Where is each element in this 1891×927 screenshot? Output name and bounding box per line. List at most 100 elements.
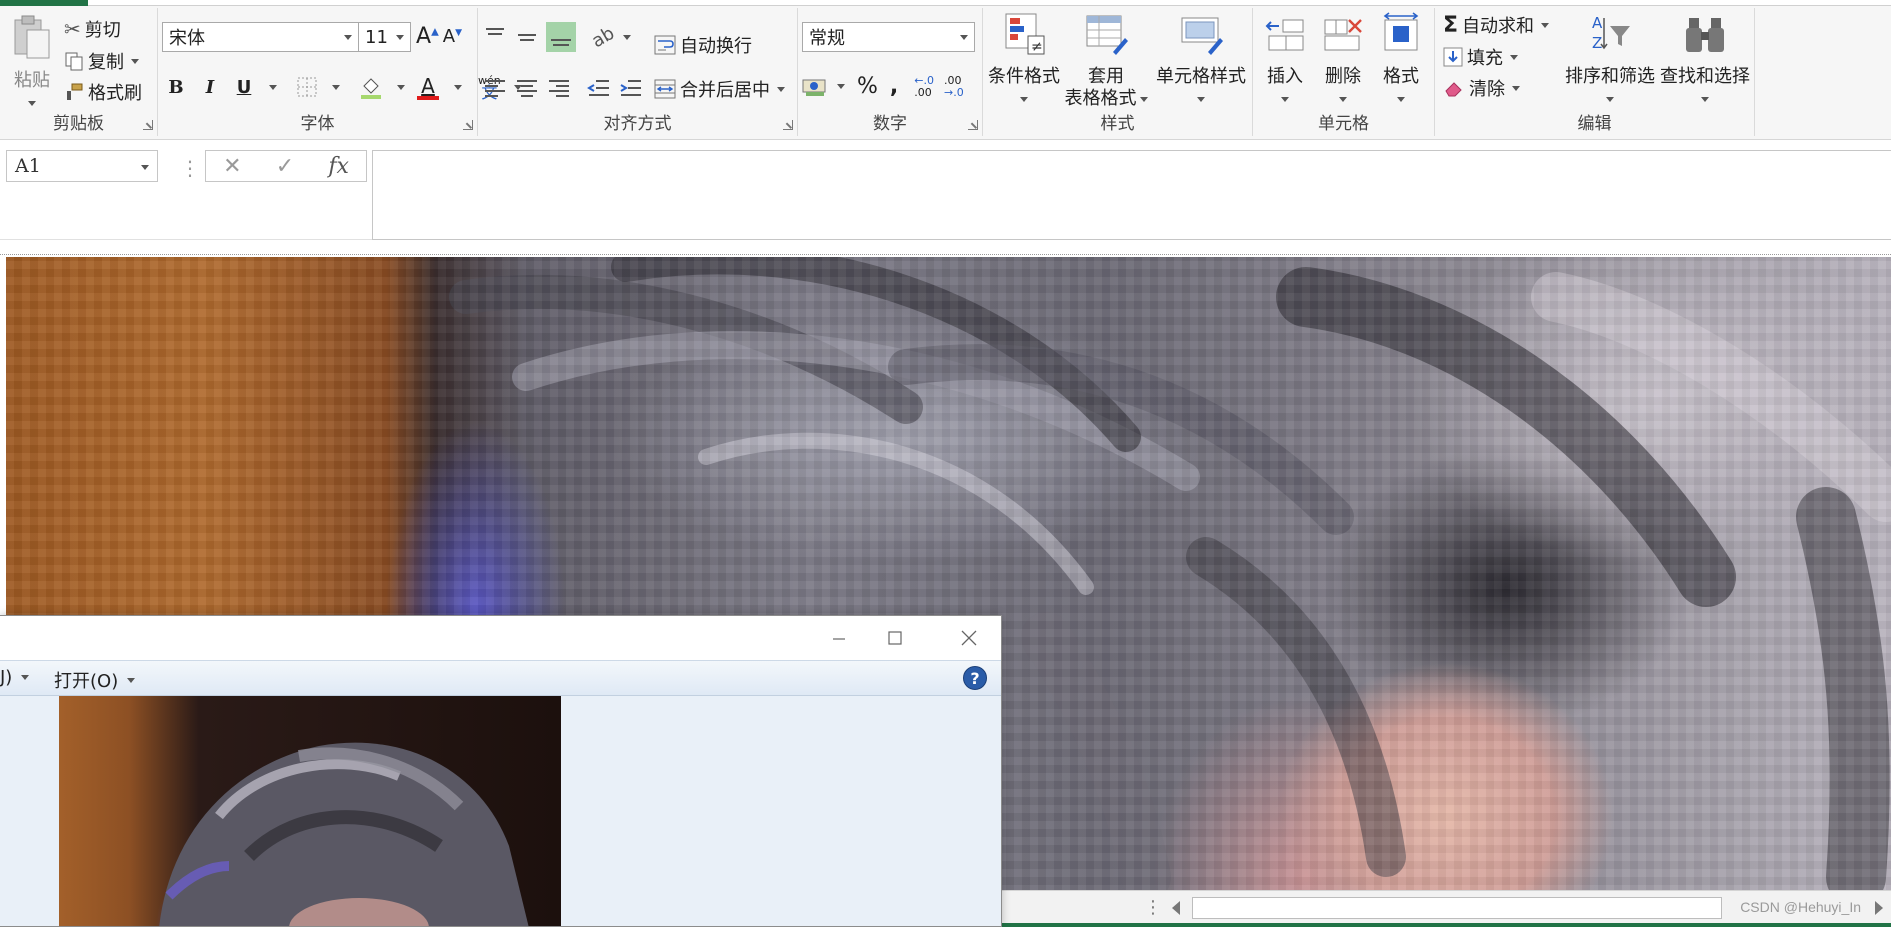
clear-dropdown-caret[interactable] bbox=[1512, 85, 1520, 91]
copy-dropdown-caret[interactable] bbox=[131, 58, 139, 64]
decrease-decimal-bottom: →.0 bbox=[943, 85, 964, 99]
status-bar-strip bbox=[1002, 923, 1891, 927]
middle-align-icon[interactable] bbox=[514, 24, 540, 50]
table-dropdown-caret[interactable] bbox=[1139, 96, 1148, 102]
increase-indent-icon[interactable] bbox=[618, 76, 644, 102]
scroll-right-icon[interactable] bbox=[1875, 901, 1883, 915]
viewer-menu-partial[interactable]: J) bbox=[0, 667, 30, 688]
formula-input[interactable] bbox=[372, 150, 1891, 240]
format-cells-button[interactable]: 格式 bbox=[1373, 12, 1429, 110]
copy-button[interactable]: 复制 bbox=[64, 48, 139, 74]
scroll-left-icon[interactable] bbox=[1172, 901, 1180, 915]
merge-center-button[interactable]: 合并后居中 bbox=[654, 76, 785, 102]
open-menu-button[interactable]: 打开(O) bbox=[54, 667, 136, 693]
delete-cells-icon bbox=[1324, 19, 1362, 51]
decrease-font-size-icon[interactable]: A▼ bbox=[443, 26, 462, 47]
paste-button[interactable]: 粘贴 bbox=[8, 14, 56, 114]
decrease-decimal-top: .00 bbox=[943, 73, 962, 87]
wrap-text-button[interactable]: 自动换行 bbox=[654, 32, 752, 58]
conditional-formatting-button[interactable]: ≠ 条件格式 bbox=[985, 12, 1063, 110]
left-align-icon[interactable] bbox=[482, 76, 508, 102]
fill-color-icon[interactable] bbox=[358, 74, 384, 100]
border-dropdown-caret[interactable] bbox=[332, 84, 340, 90]
fill-color-dropdown-caret[interactable] bbox=[397, 84, 405, 90]
underline-dropdown-caret[interactable] bbox=[269, 84, 277, 90]
decrease-indent-icon[interactable] bbox=[586, 76, 612, 102]
cell-styles-dropdown-caret[interactable] bbox=[1197, 96, 1205, 102]
bottom-align-icon[interactable] bbox=[546, 22, 576, 52]
delete-dropdown-caret[interactable] bbox=[1339, 96, 1347, 102]
photo-viewer-window[interactable]: J) 打开(O) ? bbox=[0, 615, 1002, 927]
editing-group-label: 编辑 bbox=[1577, 114, 1612, 134]
format-dropdown-caret[interactable] bbox=[1397, 96, 1405, 102]
maximize-button[interactable] bbox=[873, 622, 917, 654]
cut-button[interactable]: ✂ 剪切 bbox=[64, 16, 121, 42]
cancel-icon[interactable]: ✕ bbox=[223, 154, 241, 179]
fill-dropdown-caret[interactable] bbox=[1510, 54, 1518, 60]
number-launcher-icon[interactable] bbox=[968, 120, 978, 130]
number-format-value: 常规 bbox=[809, 28, 845, 49]
decrease-decimal-icon[interactable]: .00 →.0 bbox=[943, 73, 964, 99]
alignment-group: ab 自动换行 合并后居中 对齐方式 bbox=[478, 8, 798, 136]
formula-bar-grip-icon[interactable]: ⋮ bbox=[180, 156, 200, 180]
delete-cells-button[interactable]: 删除 bbox=[1315, 12, 1371, 110]
editing-group: Σ 自动求和 填充 清除 AZ 排序和筛选 查找和选择 编辑 bbox=[1435, 8, 1755, 136]
viewer-title-bar[interactable] bbox=[0, 616, 1001, 660]
merge-dropdown-caret[interactable] bbox=[777, 86, 785, 92]
number-format-combo[interactable]: 常规 bbox=[802, 22, 975, 52]
bold-button[interactable]: B bbox=[164, 75, 188, 99]
alignment-launcher-icon[interactable] bbox=[783, 120, 793, 130]
close-button[interactable] bbox=[947, 622, 991, 654]
increase-decimal-icon[interactable]: ←.0 .00 bbox=[914, 74, 934, 99]
center-align-icon[interactable] bbox=[514, 76, 540, 102]
paste-dropdown-caret[interactable] bbox=[28, 100, 36, 106]
format-as-table-button[interactable]: 套用 表格格式 bbox=[1063, 12, 1149, 110]
help-icon[interactable]: ? bbox=[963, 666, 987, 690]
font-name-combo[interactable]: 宋体 bbox=[162, 22, 359, 52]
italic-button[interactable]: I bbox=[198, 75, 222, 99]
sheet-tab-splitter-icon[interactable]: ⋮ bbox=[1144, 897, 1162, 918]
autosum-button[interactable]: Σ 自动求和 bbox=[1443, 12, 1550, 38]
sort-filter-button[interactable]: AZ 排序和筛选 bbox=[1563, 12, 1657, 110]
format-painter-button[interactable]: 格式刷 bbox=[64, 79, 142, 105]
number-group: 常规 % , ←.0 .00 .00 →.0 数字 bbox=[798, 8, 983, 136]
fill-button[interactable]: 填充 bbox=[1443, 44, 1518, 70]
comma-style-button[interactable]: , bbox=[890, 74, 898, 99]
autosum-dropdown-caret[interactable] bbox=[1541, 22, 1550, 28]
orientation-icon[interactable]: ab bbox=[588, 22, 618, 51]
clipboard-launcher-icon[interactable] bbox=[143, 120, 153, 130]
file-tab-strip[interactable] bbox=[0, 0, 88, 6]
minimize-icon bbox=[833, 638, 845, 640]
insert-cells-button[interactable]: 插入 bbox=[1257, 12, 1313, 110]
right-align-icon[interactable] bbox=[546, 76, 572, 102]
top-align-icon[interactable] bbox=[482, 24, 508, 50]
font-size-combo[interactable]: 11 bbox=[358, 22, 411, 52]
percent-style-button[interactable]: % bbox=[857, 74, 878, 99]
find-dropdown-caret[interactable] bbox=[1701, 96, 1709, 102]
font-color-icon[interactable]: A bbox=[415, 74, 441, 100]
format-as-table-label-2: 表格格式 bbox=[1063, 88, 1149, 110]
clear-button[interactable]: 清除 bbox=[1443, 75, 1520, 101]
cell-styles-button[interactable]: 单元格样式 bbox=[1151, 12, 1251, 110]
ribbon: 粘贴 ✂ 剪切 复制 格式刷 剪贴板 宋体 11 A▲ A▼ B I U A w… bbox=[0, 0, 1891, 140]
cells-group-label: 单元格 bbox=[1318, 114, 1369, 134]
insert-dropdown-caret[interactable] bbox=[1281, 96, 1289, 102]
conditional-dropdown-caret[interactable] bbox=[1020, 96, 1028, 102]
underline-button[interactable]: U bbox=[232, 75, 256, 99]
scrollbar-thumb[interactable] bbox=[1192, 897, 1722, 919]
font-launcher-icon[interactable] bbox=[463, 120, 473, 130]
viewer-portrait-image[interactable] bbox=[59, 696, 561, 926]
find-select-button[interactable]: 查找和选择 bbox=[1657, 12, 1753, 110]
enter-icon[interactable]: ✓ bbox=[276, 154, 294, 179]
orientation-dropdown-caret[interactable] bbox=[623, 34, 632, 40]
border-icon[interactable] bbox=[295, 75, 319, 99]
binoculars-icon bbox=[1686, 18, 1724, 52]
minimize-button[interactable] bbox=[817, 622, 861, 654]
sort-dropdown-caret[interactable] bbox=[1606, 96, 1614, 102]
name-box[interactable]: A1 bbox=[6, 150, 158, 182]
accounting-dropdown-caret[interactable] bbox=[837, 84, 845, 89]
insert-function-icon[interactable]: fx bbox=[328, 154, 349, 179]
increase-font-size-icon[interactable]: A▲ bbox=[416, 24, 439, 49]
accounting-format-icon[interactable] bbox=[802, 76, 828, 98]
font-color-dropdown-caret[interactable] bbox=[454, 84, 462, 90]
